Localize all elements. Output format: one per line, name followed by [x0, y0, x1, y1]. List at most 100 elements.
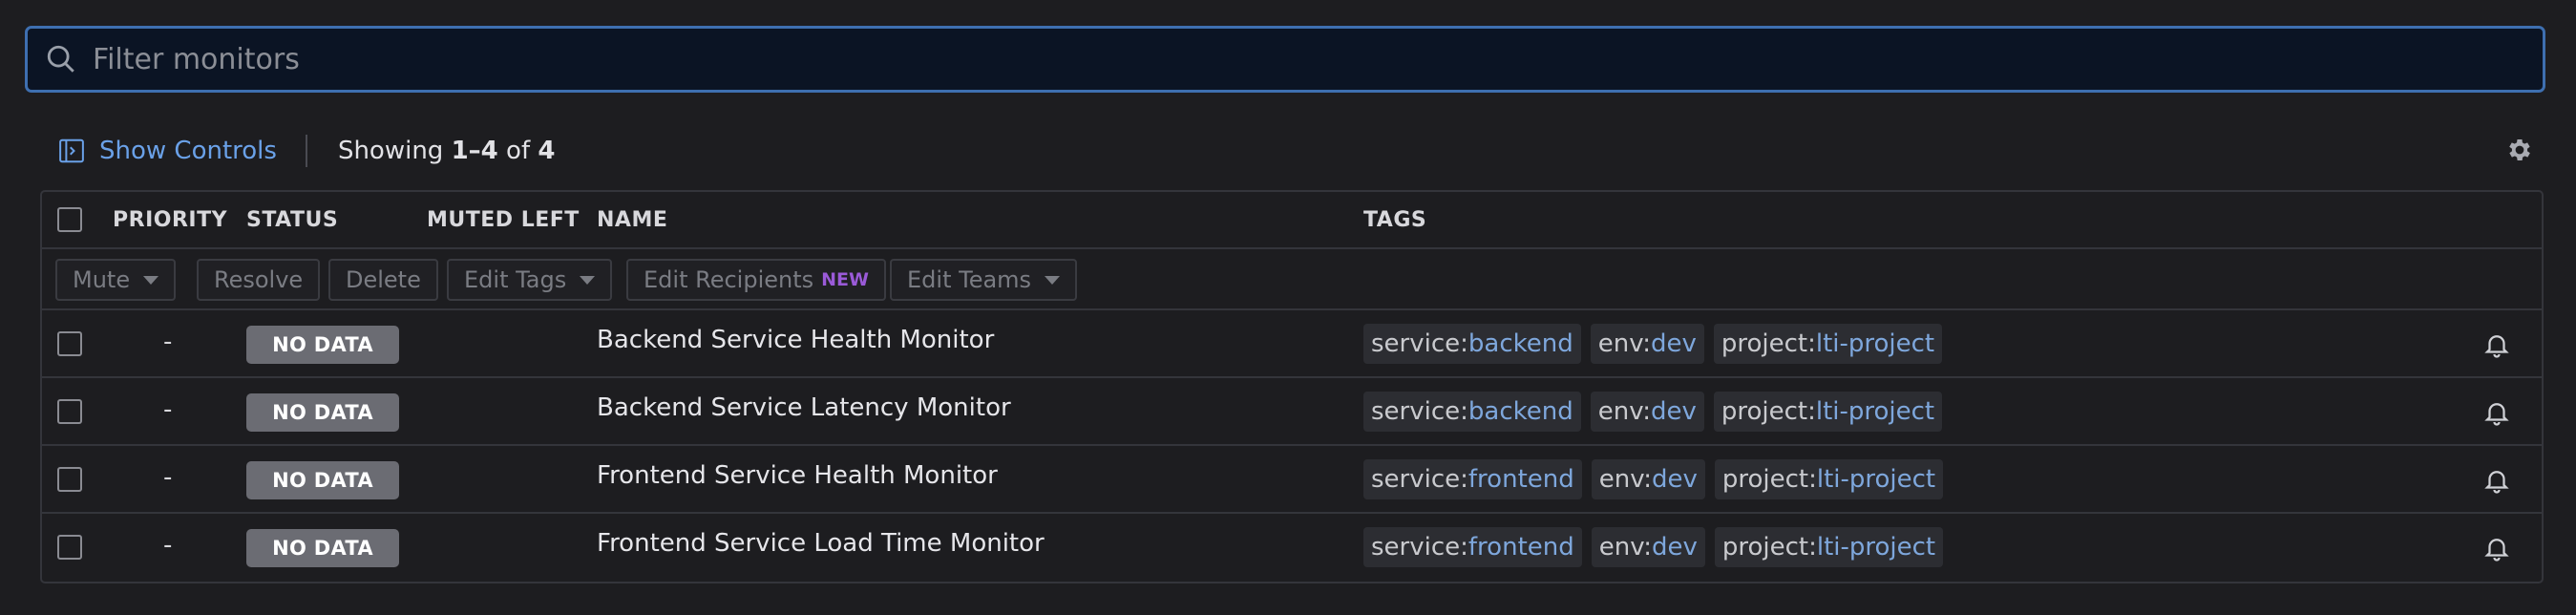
tag-value: dev — [1651, 533, 1698, 562]
monitor-name-link[interactable]: Backend Service Latency Monitor — [597, 393, 1011, 422]
tag-key: service: — [1371, 397, 1468, 426]
notification-button[interactable] — [2482, 397, 2511, 432]
tag-value: lti-project — [1815, 329, 1935, 358]
tag-chip[interactable]: project: lti-project — [1713, 324, 1943, 364]
monitor-name-link[interactable]: Frontend Service Health Monitor — [597, 461, 998, 490]
header-muted-left[interactable]: MUTED LEFT — [427, 208, 580, 232]
gear-icon — [2509, 139, 2530, 160]
tag-chip[interactable]: env: dev — [1591, 459, 1705, 499]
notification-button[interactable] — [2482, 533, 2511, 567]
tag-chip[interactable]: service: frontend — [1363, 459, 1582, 499]
showing-count: Showing 1–4 of 4 — [338, 137, 556, 165]
bell-icon — [2484, 335, 2509, 358]
priority-value: - — [163, 531, 173, 560]
tag-key: env: — [1598, 465, 1652, 494]
showing-total: 4 — [538, 137, 556, 165]
new-badge: NEW — [821, 269, 869, 290]
tag-value: backend — [1467, 397, 1573, 426]
monitor-name-link[interactable]: Backend Service Health Monitor — [597, 326, 994, 354]
tag-list: service: frontend env: dev project: lti-pro… — [1363, 527, 1953, 567]
tag-value: frontend — [1467, 533, 1574, 562]
search-icon — [47, 45, 74, 73]
header-priority[interactable]: PRIORITY — [113, 208, 227, 232]
tag-chip[interactable]: project: lti-project — [1713, 392, 1943, 432]
edit-tags-button[interactable]: Edit Tags — [447, 259, 613, 301]
priority-value: - — [163, 463, 173, 492]
tag-chip[interactable]: env: dev — [1590, 392, 1704, 432]
tag-chip[interactable]: service: frontend — [1363, 527, 1582, 567]
table-row[interactable]: - NO DATA Frontend Service Health Monito… — [42, 446, 2542, 514]
tag-chip[interactable]: env: dev — [1590, 324, 1704, 364]
tag-key: project: — [1721, 329, 1816, 358]
tag-chip[interactable]: env: dev — [1591, 527, 1705, 567]
tag-chip[interactable]: project: lti-project — [1714, 459, 1944, 499]
show-controls-button[interactable]: Show Controls — [57, 137, 277, 165]
tag-chip[interactable]: service: backend — [1363, 324, 1581, 364]
tag-value: lti-project — [1815, 397, 1935, 426]
header-name[interactable]: NAME — [597, 208, 667, 232]
edit-teams-button[interactable]: Edit Teams — [890, 259, 1078, 301]
table-row[interactable]: - NO DATA Backend Service Health Monitor… — [42, 310, 2542, 378]
mute-label: Mute — [73, 266, 131, 293]
status-badge: NO DATA — [246, 461, 399, 499]
settings-button[interactable] — [2505, 136, 2534, 168]
select-all-checkbox[interactable] — [57, 207, 82, 232]
row-checkbox[interactable] — [57, 399, 82, 424]
tag-key: env: — [1597, 397, 1651, 426]
search-input[interactable] — [93, 42, 2543, 76]
edit-recipients-button[interactable]: Edit Recipients NEW — [626, 259, 886, 301]
delete-button[interactable]: Delete — [328, 259, 438, 301]
priority-value: - — [163, 328, 173, 356]
edit-tags-label: Edit Tags — [464, 266, 567, 293]
row-checkbox[interactable] — [57, 535, 82, 560]
tag-key: project: — [1721, 533, 1817, 562]
delete-label: Delete — [346, 266, 421, 293]
tag-chip[interactable]: service: backend — [1363, 392, 1581, 432]
tag-value: dev — [1650, 397, 1697, 426]
tag-list: service: backend env: dev project: lti-proj… — [1363, 324, 1952, 364]
tag-key: service: — [1371, 533, 1468, 562]
tag-value: frontend — [1467, 465, 1574, 494]
row-checkbox[interactable] — [57, 467, 82, 492]
bell-icon — [2484, 539, 2509, 562]
header-status[interactable]: STATUS — [246, 208, 338, 232]
monitor-name-link[interactable]: Frontend Service Load Time Monitor — [597, 529, 1045, 558]
tag-key: env: — [1597, 329, 1651, 358]
resolve-label: Resolve — [214, 266, 304, 293]
table-row[interactable]: - NO DATA Backend Service Latency Monito… — [42, 378, 2542, 446]
edit-teams-label: Edit Teams — [907, 266, 1032, 293]
mute-button[interactable]: Mute — [55, 259, 177, 301]
tag-list: service: frontend env: dev project: lti-pro… — [1363, 459, 1953, 499]
table-row[interactable]: - NO DATA Frontend Service Load Time Mon… — [42, 514, 2542, 582]
search-bar[interactable] — [25, 26, 2545, 93]
tag-value: backend — [1467, 329, 1573, 358]
table-header: PRIORITY STATUS MUTED LEFT NAME TAGS — [42, 192, 2542, 249]
notification-button[interactable] — [2482, 329, 2511, 364]
tag-key: env: — [1598, 533, 1652, 562]
tag-value: dev — [1650, 329, 1697, 358]
chevron-down-icon — [1045, 275, 1061, 285]
showing-prefix: Showing — [337, 137, 452, 165]
tag-value: lti-project — [1816, 533, 1936, 562]
bell-icon — [2484, 403, 2509, 426]
tag-key: project: — [1721, 397, 1816, 426]
priority-value: - — [163, 395, 173, 424]
tag-key: project: — [1721, 465, 1817, 494]
tag-value: dev — [1651, 465, 1698, 494]
status-badge: NO DATA — [246, 393, 399, 432]
tag-chip[interactable]: project: lti-project — [1714, 527, 1944, 567]
status-badge: NO DATA — [246, 529, 399, 567]
resolve-button[interactable]: Resolve — [197, 259, 321, 301]
panel-expand-icon — [59, 138, 84, 163]
tag-key: service: — [1371, 465, 1468, 494]
bulk-actions-toolbar: Mute Resolve Delete Edit Tags Edit Recip… — [42, 249, 2542, 310]
bell-icon — [2484, 471, 2509, 494]
header-tags: TAGS — [1363, 208, 1427, 232]
controls-bar: Show Controls Showing 1–4 of 4 — [57, 128, 2547, 174]
tag-key: service: — [1371, 329, 1468, 358]
divider — [305, 135, 307, 167]
tag-value: lti-project — [1816, 465, 1936, 494]
notification-button[interactable] — [2482, 465, 2511, 499]
row-checkbox[interactable] — [57, 331, 82, 356]
tag-list: service: backend env: dev project: lti-proj… — [1363, 392, 1952, 432]
